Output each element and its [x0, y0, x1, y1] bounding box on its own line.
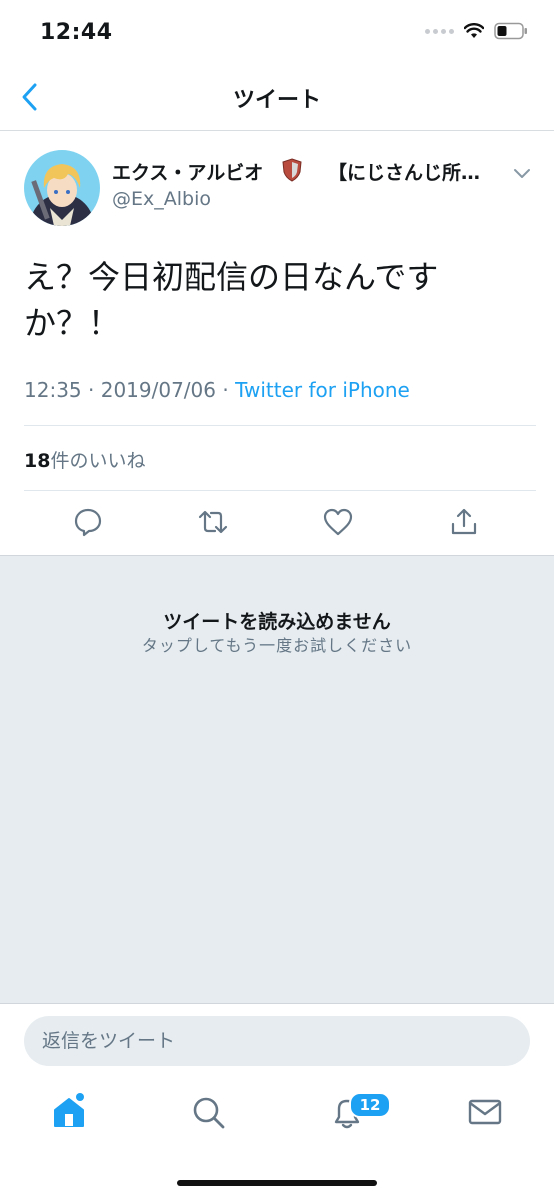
- signal-icon: [425, 28, 454, 34]
- wifi-icon: [464, 23, 484, 38]
- search-icon[interactable]: [188, 1092, 228, 1132]
- likes-count[interactable]: 18件のいいね: [24, 446, 145, 473]
- status-time: 12:44: [40, 20, 113, 45]
- battery-icon: [494, 22, 527, 40]
- share-icon[interactable]: [448, 506, 480, 538]
- avatar[interactable]: [24, 150, 100, 226]
- display-name-affiliation[interactable]: 【にじさんじ所…: [328, 158, 480, 185]
- like-label: 件のいいね: [50, 450, 146, 472]
- error-subtitle[interactable]: タップしてもう一度お試しください: [0, 632, 554, 656]
- tweet-time: 12:35: [24, 378, 82, 402]
- chevron-down-icon[interactable]: [512, 166, 532, 182]
- like-number: 18: [24, 450, 51, 472]
- divider: [24, 425, 536, 426]
- display-name[interactable]: エクス・アルビオ: [112, 158, 263, 185]
- page-title: ツイート: [232, 88, 321, 113]
- notification-badge: 12: [349, 1092, 391, 1118]
- like-heart-icon[interactable]: [322, 506, 354, 538]
- error-title: ツイートを読み込めません: [163, 611, 391, 633]
- nav-divider: [0, 130, 554, 131]
- tweet-meta: 12:35 · 2019/07/06 · Twitter for iPhone: [24, 378, 410, 402]
- reply-icon[interactable]: [72, 506, 104, 538]
- tweet-date: 2019/07/06: [100, 378, 216, 402]
- user-handle[interactable]: @Ex_Albio: [112, 188, 211, 210]
- divider: [24, 490, 536, 491]
- retweet-icon[interactable]: [197, 506, 229, 538]
- tweet-text: え？今日初配信の日なんですか？！: [24, 258, 439, 342]
- tweet-source-link[interactable]: Twitter for iPhone: [235, 378, 410, 402]
- status-icons: [425, 22, 528, 40]
- meta-separator: ·: [88, 378, 95, 402]
- reply-input[interactable]: [24, 1016, 530, 1066]
- shield-icon: [282, 158, 302, 182]
- home-indicator: [177, 1180, 377, 1186]
- messages-mail-icon[interactable]: [465, 1092, 505, 1132]
- home-icon[interactable]: [49, 1092, 89, 1132]
- meta-separator: ·: [222, 378, 229, 402]
